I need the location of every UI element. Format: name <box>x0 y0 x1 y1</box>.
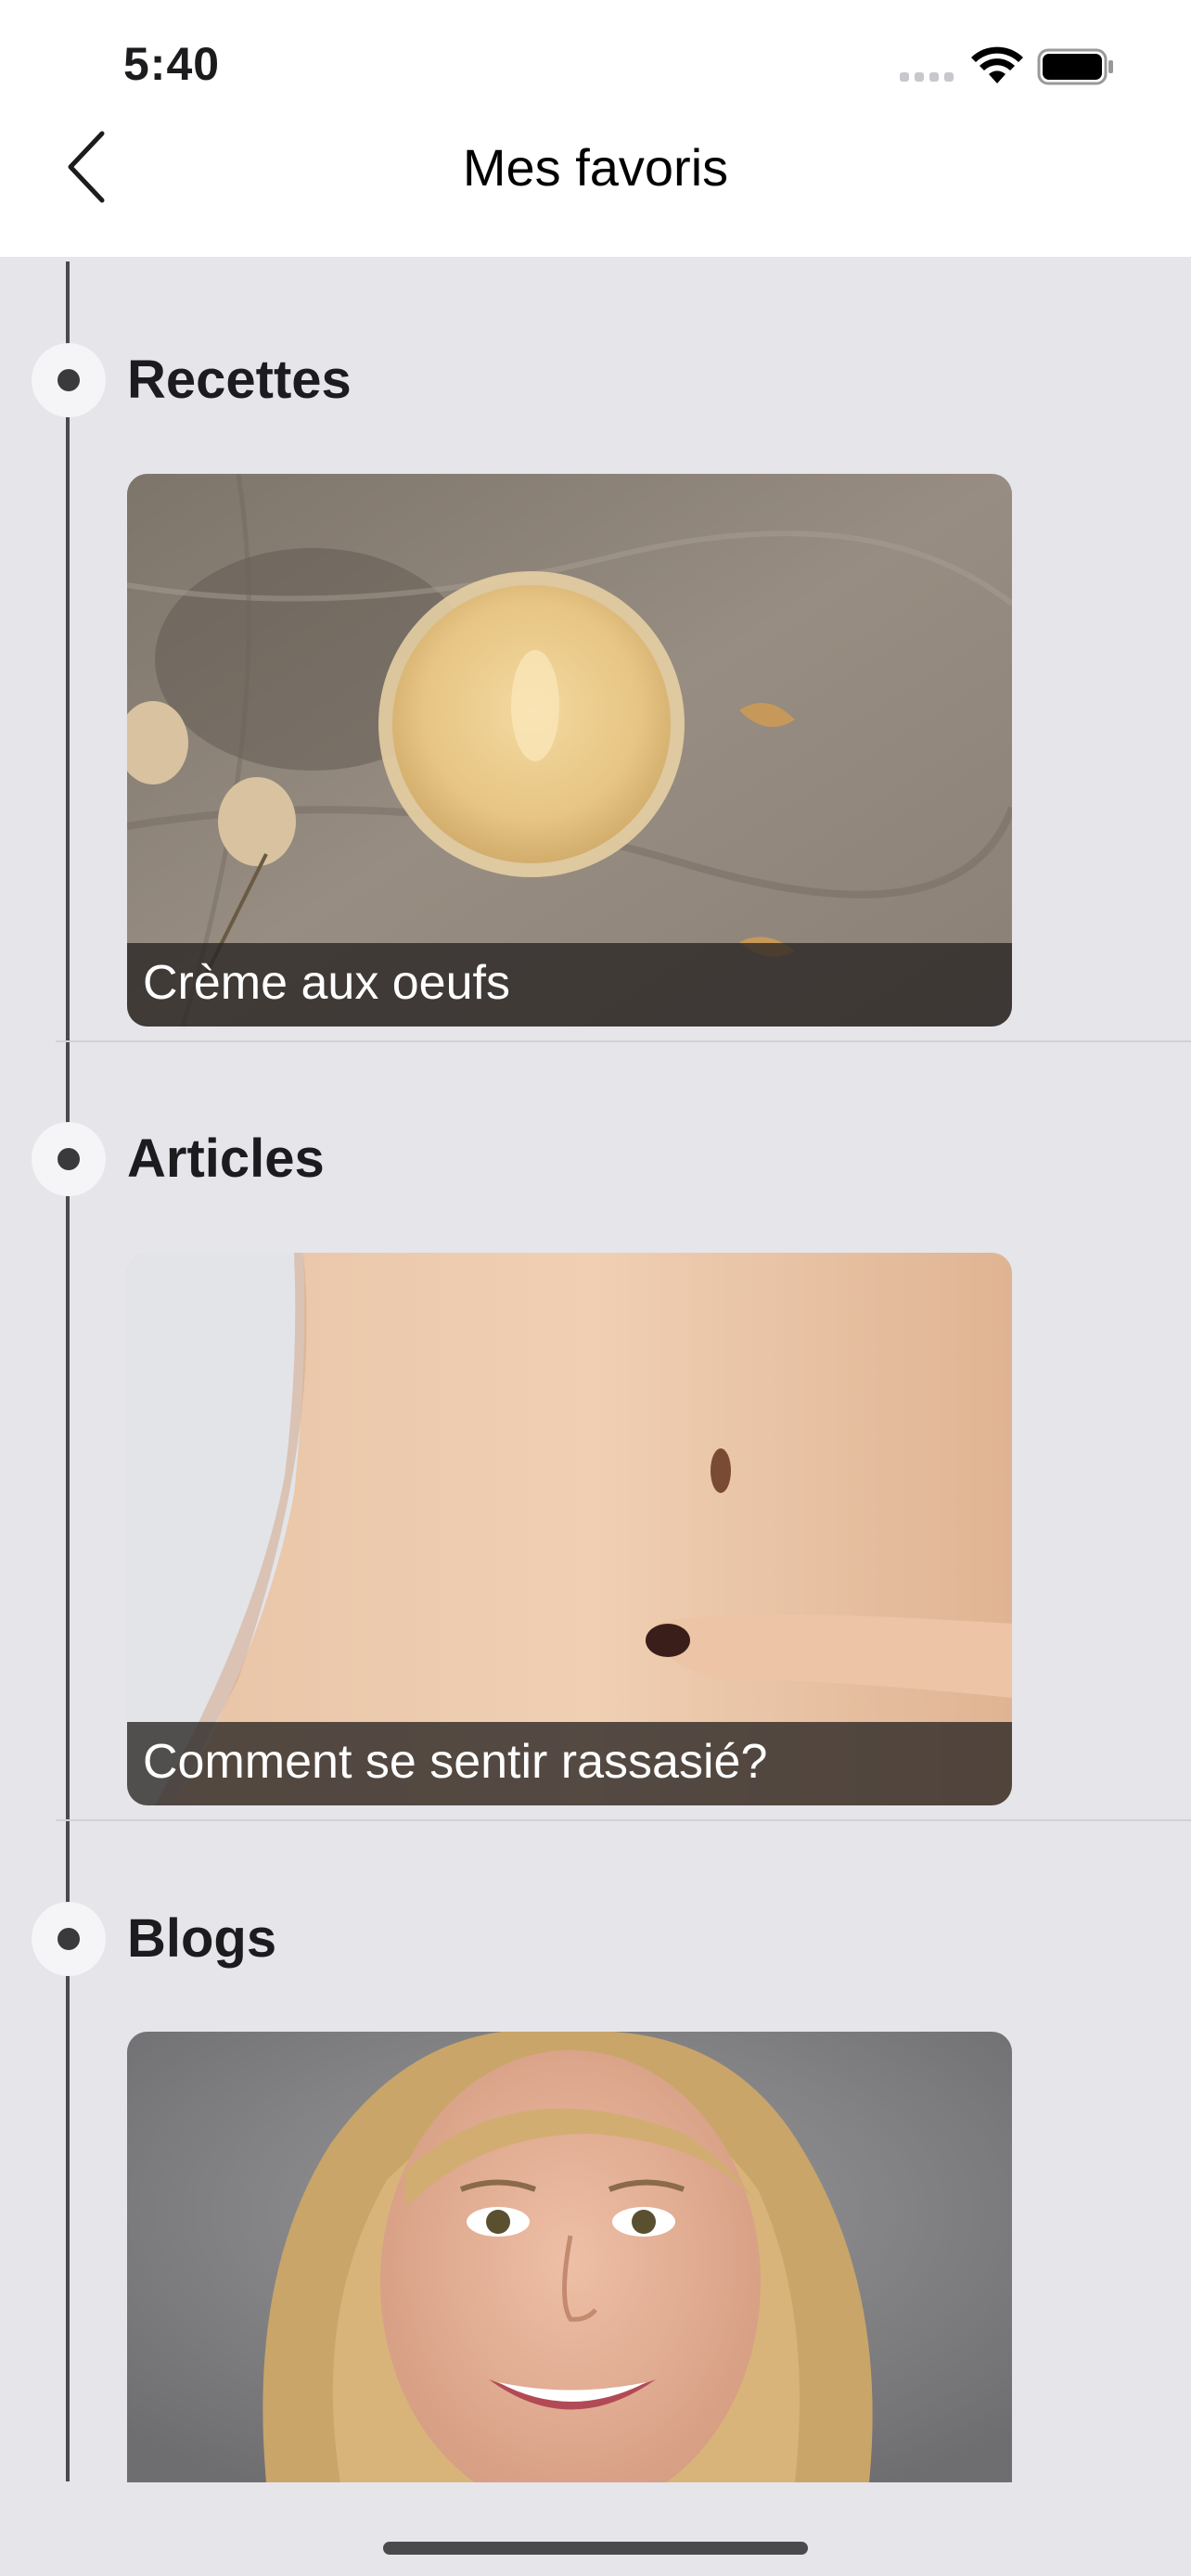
status-time: 5:40 <box>123 38 221 90</box>
favorite-card-article[interactable]: Comment se sentir rassasié? <box>127 1253 1012 1805</box>
section-divider <box>56 1819 1191 1821</box>
timeline-dot <box>32 1902 106 1976</box>
blog-photo <box>127 2032 1012 2482</box>
section-title: Recettes <box>127 350 352 410</box>
section-title: Blogs <box>127 1908 277 1969</box>
timeline-line <box>66 261 70 2481</box>
battery-icon <box>1037 48 1113 85</box>
home-indicator[interactable] <box>383 2542 808 2555</box>
favorite-card-recipe[interactable]: Crème aux oeufs <box>127 474 1012 1027</box>
page-title: Mes favoris <box>462 138 729 197</box>
favorite-card-blog[interactable] <box>127 2032 1012 2482</box>
section-divider <box>56 1040 1191 1042</box>
card-caption: Comment se sentir rassasié? <box>127 1722 1012 1805</box>
wifi-icon <box>971 46 1023 83</box>
timeline-dot <box>32 343 106 417</box>
section-title: Articles <box>127 1129 325 1189</box>
card-caption: Crème aux oeufs <box>127 943 1012 1027</box>
cellular-signal-icon <box>900 72 957 83</box>
timeline-dot <box>32 1122 106 1196</box>
header: 5:40 Mes favoris <box>0 0 1191 257</box>
